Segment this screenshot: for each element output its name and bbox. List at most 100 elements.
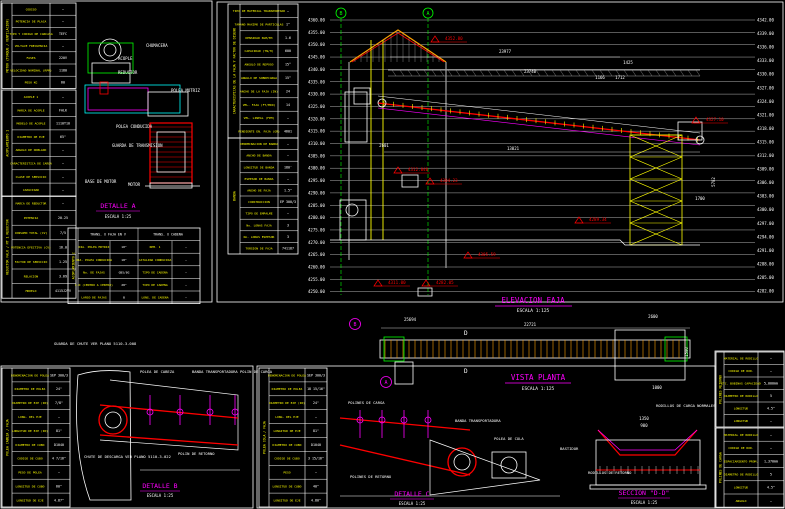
table-cell-label: LONGITUD [734,419,749,423]
level-value: 4282.05 [436,280,454,285]
elevation-label-right: 4285.00 [757,275,774,280]
table-cell-value: EP 300/3 [280,200,296,204]
table-cell-label: CAPACIDAD (TN/H) [245,49,274,53]
table-cell-label: DENOMINACION DE POLEA [268,373,306,377]
table-header: TRANS. X FAJA EN V [90,233,126,237]
table-cell-label: LONG. DEL EJE [18,415,42,419]
elevation-label-right: 4321.00 [757,112,774,117]
elevation-label-right: 4318.00 [757,126,774,131]
elevation-label: 4305.00 [308,153,325,158]
table-cell-value: — [770,369,772,373]
table-cell-label: DIAMETRO DE EJE (IN) [269,401,305,405]
table-cell-label: CODIGO DE CUBO [274,457,299,461]
dimension-label: 23740 [524,69,537,74]
table-cell-label: DENOMINACION DE BANDA [240,142,278,146]
table-cell-label: TIPO DE MATERIAL TRANSPORTADO [233,9,286,13]
table-cell-value: 7/8" [55,401,63,405]
level-value: 4305.59 [478,252,496,257]
dimension-label: 1000 [652,385,662,390]
table-cell-label: ESPESOR DE BANDA [245,177,274,181]
table-group-label: ACOPLAMIENTO 1 [6,130,10,157]
elevation-label: 4360.00 [308,18,325,23]
table-cell-value: 5 [770,394,772,398]
table-cell-value: — [62,148,64,152]
elevation-label: 4300.00 [308,166,325,171]
elevation-label-right: 4282.00 [757,289,774,294]
table-cell: DIA. POLEA CONDUCIDA [76,258,112,262]
level-value: 4352.80 [445,36,463,41]
table-cell-label: CARACTERISTICA DE CARGA [10,161,52,165]
elevation-label: 4295.00 [308,178,325,183]
table-cell-value: — [62,161,64,165]
table-cell-label: ANCHO DE LA FAJA (IN) [240,89,278,93]
cut-marker: D [464,368,468,375]
elevation-label-right: 4300.00 [757,207,774,212]
detalle-c-scale: ESCALA 1:25 [399,501,426,506]
table-cell-label: LONGITUD DE EJE [273,498,300,502]
seccion-label: RODILLOS DE RETORNO [588,470,632,475]
table-cell-label: DENSIDAD KGM/M3 [245,36,272,40]
detalle-a-label: CHUMACERA [146,43,168,48]
table-header: TRANS. X CADENA [153,233,183,237]
table-group-label: REDUCTOR FALK / MT 1 REDUCTOR [6,219,10,275]
table-cell-value: 3 [287,223,289,227]
table-cell-label: LONGITUD DE CUBO [273,484,302,488]
table-cell-label: VOLTAJE FRECUENCIA [15,44,48,48]
table-cell-label: ANCHO DE BANDA [246,154,271,158]
table-cell-label: ANGULO [736,499,747,503]
detalle-c-label: POLINES DE RETORNO [350,474,392,479]
table-cell-value: 1.5" [284,189,292,193]
dimension-label: 2601 [379,143,389,148]
dimension-label: 2600 [648,314,658,319]
table-cell-label: POTENCIA [24,216,39,220]
table-cell-value: 5,000mm [764,382,778,386]
table-cell-value: — [62,175,64,179]
elevation-label-right: 4303.00 [757,194,774,199]
elevation-label: 4320.00 [308,116,325,121]
detalle-b-label: POLEA DE CABEZA [140,369,175,374]
table-cell-value: — [62,7,64,11]
table-cell-value: 4115J2VV [55,289,71,293]
elevation-label: 4275.00 [308,227,325,232]
elevation-label-right: 4336.00 [757,45,774,50]
table-cell-value: 4.80" [311,498,321,502]
table-cell-value: 1180 [59,68,67,72]
table-cell-value: 81" [56,429,62,433]
cut-marker: D [464,330,468,337]
elevation-label-right: 4333.00 [757,58,774,63]
table-group-label: POLEA COLA / FAJA [263,421,267,454]
table-cell: C-D (CENTRO A CENTRO) [75,283,113,287]
elevation-label: 4285.00 [308,203,325,208]
table-cell-value: — [62,95,64,99]
elevation-label: 4310.00 [308,141,325,146]
detalle-a-label: ACOPLE [118,56,133,61]
table-cell-value: D1040 [311,443,321,447]
table-cell-label: ANGULO DE DOBLADO [16,148,47,152]
table-cell: RPM. 1 [150,245,161,249]
elevation-label-right: 4339.00 [757,31,774,36]
table-cell-value: TEFC [59,32,67,36]
detalle-a-scale: ESCALA 1:25 [105,214,132,219]
table-cell: — [185,245,187,249]
table-cell-label: MARCA DE REDUCTOR [16,202,47,206]
level-value: 4304.23 [440,178,458,183]
table-cell-label: LONGITUD [734,407,749,411]
table-cell-value: 4.87" [54,498,64,502]
detalle-b-label: POLIN DE RETORNO [178,451,215,456]
table-cell-value: — [287,142,289,146]
table-cell-value: SEP 300/3 [307,373,325,377]
table-cell-label: DIAMETRO DE POLEA [15,387,46,391]
table-cell-label: MARCA DE ACOPLE [17,108,44,112]
detalle-c-label: POLINES DE CARGA [348,400,385,405]
elevation-label-right: 4297.00 [757,221,774,226]
table-cell-label: VEL. FAJA (FT/MIN) [243,103,276,107]
table-cell-value: 60" [56,484,62,488]
table-cell-value: 24" [313,401,319,405]
table-cell-label: TAMANO MAXIMO DE PARTICULAS [235,22,284,26]
table-cell-value: 15° [285,76,291,80]
table-cell: DIA. POLEA MOTRIZ [79,245,110,249]
table-cell-label: VELOCIDAD NOMINAL (RPM) [10,68,52,72]
table-cell-label: CLASE DE SERVICIO [16,175,47,179]
table-cell: LARGO DE FAJAS [81,296,106,300]
table-cell-value: 3 [287,235,289,239]
